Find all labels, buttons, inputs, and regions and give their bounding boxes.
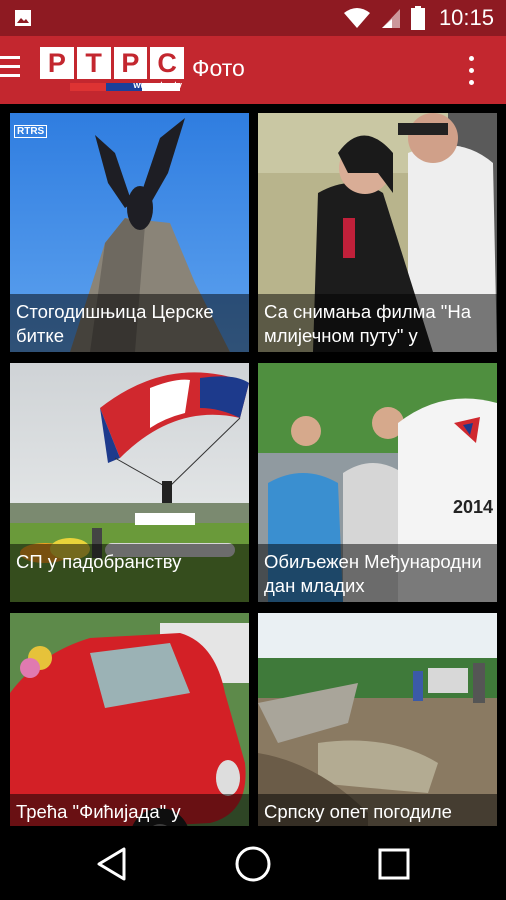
hamburger-menu-icon[interactable]	[0, 52, 24, 88]
recents-icon[interactable]	[374, 844, 414, 884]
gallery-tile[interactable]: СП у падобранству	[10, 363, 249, 602]
app-bar: Р Т Р С www.rtrs.tv Фото	[0, 36, 506, 104]
home-icon[interactable]	[233, 844, 273, 884]
status-bar: 10:15	[0, 0, 506, 36]
svg-text:2014: 2014	[453, 497, 493, 517]
logo-url: www.rtrs.tv	[133, 80, 182, 90]
clock: 10:15	[438, 5, 494, 30]
logo-letter: Т	[76, 47, 111, 79]
cell-signal-icon	[381, 9, 400, 28]
image-notification-icon	[14, 9, 32, 32]
wifi-icon	[343, 8, 370, 28]
photo-gallery-grid: RTRS Стогодишњица Церске битке Са снимањ…	[0, 104, 506, 852]
gallery-tile[interactable]: Српску опет погодиле	[258, 613, 497, 852]
tile-caption: СП у падобранству	[10, 544, 249, 602]
tile-caption: Са снимања филма "На млијечном путу" у	[258, 294, 497, 352]
logo-letter: Р	[40, 47, 74, 79]
rtrs-logo: Р Т Р С www.rtrs.tv	[40, 47, 184, 93]
tile-caption: Стогодишњица Церске битке	[10, 294, 249, 352]
battery-icon	[410, 6, 425, 30]
rtrs-watermark: RTRS	[14, 125, 48, 138]
tile-caption: Обиљежен Међународни дан младих	[258, 544, 497, 602]
gallery-tile[interactable]: Са снимања филма "На млијечном путу" у	[258, 113, 497, 352]
gallery-tile[interactable]: Трећа "Фићијада" у	[10, 613, 249, 852]
screen-title: Фото	[192, 55, 245, 81]
logo-letter: С	[150, 47, 184, 79]
back-icon[interactable]	[94, 844, 134, 884]
gallery-tile[interactable]: 2014 Обиљежен Међународни дан младих	[258, 363, 497, 602]
navigation-bar	[0, 826, 506, 900]
more-vert-icon[interactable]	[466, 54, 476, 88]
gallery-tile[interactable]: RTRS Стогодишњица Церске битке	[10, 113, 249, 352]
logo-letter: Р	[113, 47, 148, 79]
